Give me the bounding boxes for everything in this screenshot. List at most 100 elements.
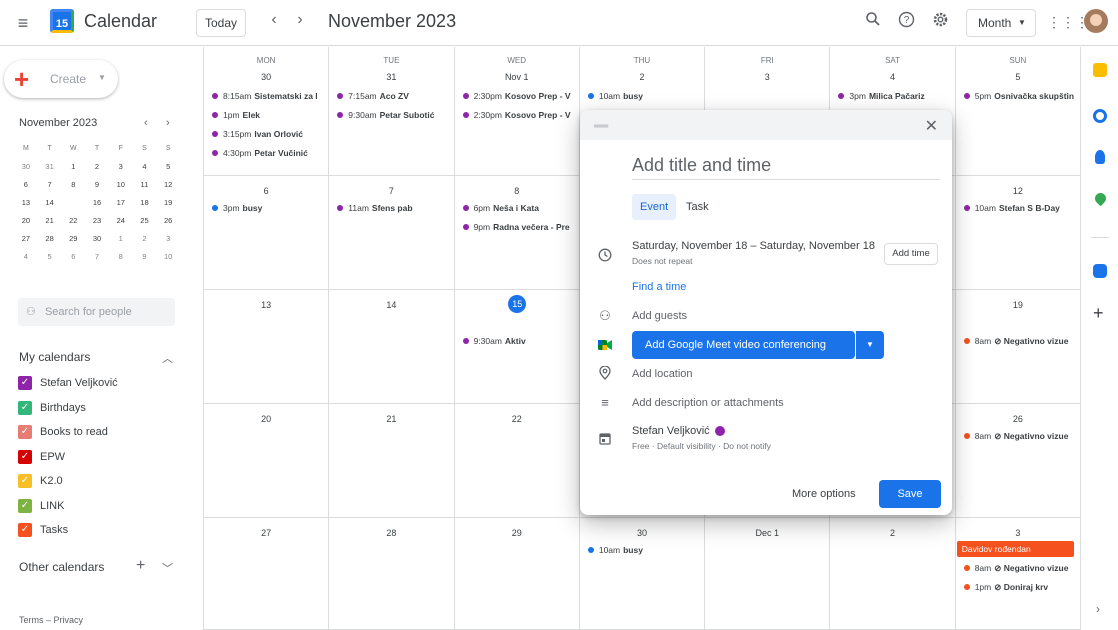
calendar-item[interactable]: ✓ Birthdays bbox=[18, 398, 86, 418]
expand-panel-icon[interactable]: › bbox=[1096, 602, 1100, 616]
mini-day[interactable]: 23 bbox=[85, 212, 109, 230]
mini-day[interactable]: 14 bbox=[38, 194, 62, 212]
app-title[interactable]: Calendar bbox=[84, 11, 157, 32]
mini-day[interactable]: 4 bbox=[14, 248, 38, 266]
previous-month-icon[interactable]: ‹ bbox=[264, 11, 284, 29]
dialog-header[interactable]: ══ ✕ bbox=[580, 110, 952, 140]
mini-day[interactable]: 16 bbox=[85, 194, 109, 212]
calendar-owner-details[interactable]: Free · Default visibility · Do not notif… bbox=[632, 441, 771, 451]
calendar-logo-icon[interactable]: 15 bbox=[50, 9, 74, 33]
day-cell[interactable]: TUE 31 7:15am Aco ZV 9:30am Petar Subotić bbox=[328, 47, 454, 176]
event-title-input[interactable] bbox=[632, 152, 940, 180]
day-cell[interactable]: 26 8am ⊘ Negativno vizue bbox=[954, 404, 1080, 518]
date-number[interactable]: 13 bbox=[204, 300, 328, 310]
date-number[interactable]: 3 bbox=[705, 72, 829, 82]
mini-day[interactable]: 31 bbox=[38, 158, 62, 176]
mini-day[interactable]: 2 bbox=[133, 230, 157, 248]
mini-day[interactable]: 7 bbox=[85, 248, 109, 266]
chevron-up-icon[interactable]: ︿ bbox=[162, 350, 173, 366]
date-number[interactable]: 26 bbox=[956, 414, 1080, 424]
day-cell[interactable]: 19 8am ⊘ Negativno vizue bbox=[954, 290, 1080, 404]
add-google-meet-button[interactable]: Add Google Meet video conferencing bbox=[632, 331, 855, 359]
date-number[interactable]: 21 bbox=[329, 414, 453, 424]
add-guests-field[interactable]: Add guests bbox=[632, 310, 687, 322]
today-date-badge[interactable]: 15 bbox=[508, 295, 527, 313]
day-cell[interactable]: 28 bbox=[328, 518, 454, 630]
calendar-item[interactable]: ✓ LINK bbox=[18, 496, 64, 516]
event-date-range[interactable]: Saturday, November 18 – Saturday, Novemb… bbox=[632, 240, 875, 252]
mini-day[interactable]: 8 bbox=[61, 176, 85, 194]
checkbox-checked-icon[interactable]: ✓ bbox=[18, 498, 32, 513]
calendar-item[interactable]: ✓ Stefan Veljković bbox=[18, 373, 118, 393]
checkbox-checked-icon[interactable]: ✓ bbox=[18, 400, 32, 415]
view-mode-select[interactable]: Month ▼ bbox=[966, 9, 1036, 37]
day-cell[interactable]: SUN 5 5pm Osnivačka skupštin bbox=[954, 47, 1080, 176]
mini-day[interactable]: 1 bbox=[61, 158, 85, 176]
find-a-time-link[interactable]: Find a time bbox=[632, 281, 686, 293]
apps-grid-icon[interactable]: ⋮⋮⋮ bbox=[1047, 11, 1089, 33]
event-chip[interactable]: 2:30pm Kosovo Prep - V bbox=[462, 108, 577, 122]
mini-day[interactable]: 27 bbox=[14, 230, 38, 248]
day-cell[interactable]: 3 Davidov rođendan 8am ⊘ Negativno vizue 1pm… bbox=[954, 518, 1080, 630]
keep-icon[interactable] bbox=[1093, 63, 1107, 77]
checkbox-checked-icon[interactable]: ✓ bbox=[18, 376, 32, 390]
zoom-icon[interactable] bbox=[1093, 264, 1107, 278]
mini-day[interactable]: 6 bbox=[14, 176, 38, 194]
day-cell[interactable]: 21 bbox=[328, 404, 454, 518]
checkbox-checked-icon[interactable]: ✓ bbox=[18, 449, 32, 464]
tab-task[interactable]: Task bbox=[678, 194, 717, 220]
mini-next-icon[interactable]: › bbox=[166, 117, 170, 129]
mini-day[interactable]: 30 bbox=[14, 158, 38, 176]
mini-day[interactable]: 12 bbox=[156, 176, 180, 194]
calendar-item[interactable]: ✓ Tasks bbox=[18, 520, 68, 540]
mini-day[interactable]: 25 bbox=[133, 212, 157, 230]
mini-day[interactable]: 21 bbox=[38, 212, 62, 230]
next-month-icon[interactable]: › bbox=[290, 11, 310, 29]
event-chip[interactable]: 10am busy bbox=[587, 89, 702, 103]
save-button[interactable]: Save bbox=[879, 480, 941, 508]
date-number[interactable]: 14 bbox=[329, 300, 453, 310]
main-menu-icon[interactable]: ≡ bbox=[12, 12, 34, 34]
today-button[interactable]: Today bbox=[196, 9, 246, 37]
event-chip[interactable]: 1pm ⊘ Doniraj krv bbox=[963, 580, 1078, 594]
date-number[interactable]: Dec 1 bbox=[705, 528, 829, 538]
mini-day[interactable]: 22 bbox=[61, 212, 85, 230]
mini-day[interactable]: 24 bbox=[109, 212, 133, 230]
event-chip[interactable]: 9:30am Aktiv bbox=[462, 334, 577, 348]
calendar-item[interactable]: ✓ K2.0 bbox=[18, 471, 63, 491]
contacts-icon[interactable] bbox=[1095, 150, 1105, 164]
account-avatar[interactable] bbox=[1084, 9, 1108, 33]
day-cell[interactable]: 22 bbox=[453, 404, 579, 518]
date-number[interactable]: 29 bbox=[455, 528, 579, 538]
day-cell[interactable]: 2 bbox=[829, 518, 955, 630]
event-chip[interactable]: 3pm Milica Pačariz bbox=[838, 89, 952, 103]
event-chip[interactable]: 3pm busy bbox=[212, 201, 326, 215]
mini-day[interactable]: 9 bbox=[133, 248, 157, 266]
event-chip[interactable]: 6pm Neša i Kata bbox=[462, 201, 577, 215]
checkbox-checked-icon[interactable]: ✓ bbox=[18, 425, 32, 439]
event-chip[interactable]: 1pm Elek bbox=[212, 108, 326, 122]
mini-day[interactable]: 10 bbox=[109, 176, 133, 194]
day-cell[interactable]: 6 3pm busy bbox=[203, 176, 329, 290]
date-number[interactable]: 8 bbox=[455, 186, 579, 196]
day-cell[interactable]: 8 6pm Neša i Kata 9pm Radna večera - Pre bbox=[453, 176, 579, 290]
date-number[interactable]: 3 bbox=[956, 528, 1080, 538]
mini-day[interactable]: 19 bbox=[156, 194, 180, 212]
add-addon-icon[interactable]: + bbox=[1093, 303, 1104, 324]
mini-prev-icon[interactable]: ‹ bbox=[144, 117, 148, 129]
search-people-input[interactable]: ⚇ Search for people bbox=[18, 298, 175, 326]
date-number[interactable]: 12 bbox=[956, 186, 1080, 196]
settings-gear-icon[interactable] bbox=[929, 11, 951, 33]
date-number[interactable]: 19 bbox=[956, 300, 1080, 310]
my-calendars-title[interactable]: My calendars bbox=[19, 350, 90, 364]
mini-day-today[interactable]: 15 bbox=[61, 194, 85, 212]
event-chip[interactable]: 8am ⊘ Negativno vizue bbox=[963, 429, 1078, 443]
date-number[interactable]: 4 bbox=[830, 72, 954, 82]
day-cell[interactable]: 13 bbox=[203, 290, 329, 404]
event-chip[interactable]: 8am ⊘ Negativno vizue bbox=[963, 334, 1078, 348]
calendar-color-dot[interactable] bbox=[714, 426, 725, 437]
close-icon[interactable]: ✕ bbox=[925, 116, 938, 136]
add-description-field[interactable]: Add description or attachments bbox=[632, 397, 784, 409]
event-chip[interactable]: 7:15am Aco ZV bbox=[337, 89, 451, 103]
date-number[interactable]: 6 bbox=[204, 186, 328, 196]
